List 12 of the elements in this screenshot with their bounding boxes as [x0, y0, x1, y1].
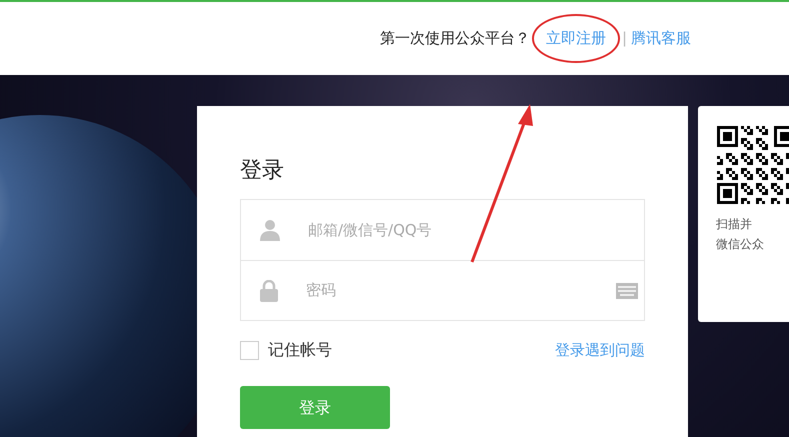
login-title: 登录 [240, 157, 285, 185]
account-field[interactable]: 邮箱/微信号/QQ号 [308, 218, 638, 242]
remember-label: 记住帐号 [268, 339, 332, 361]
separator: | [622, 28, 627, 50]
support-link[interactable]: 腾讯客服 [631, 27, 691, 50]
login-button[interactable]: 登录 [240, 386, 390, 429]
qr-caption: 微信公众 [716, 236, 765, 253]
password-field[interactable]: 密码 [306, 279, 616, 302]
login-help-link[interactable]: 登录遇到问题 [555, 338, 645, 362]
qr-caption: 扫描并 [716, 216, 753, 233]
register-link[interactable]: 立即注册 [546, 29, 606, 48]
register-prompt: 第一次使用公众平台？ [380, 28, 530, 50]
